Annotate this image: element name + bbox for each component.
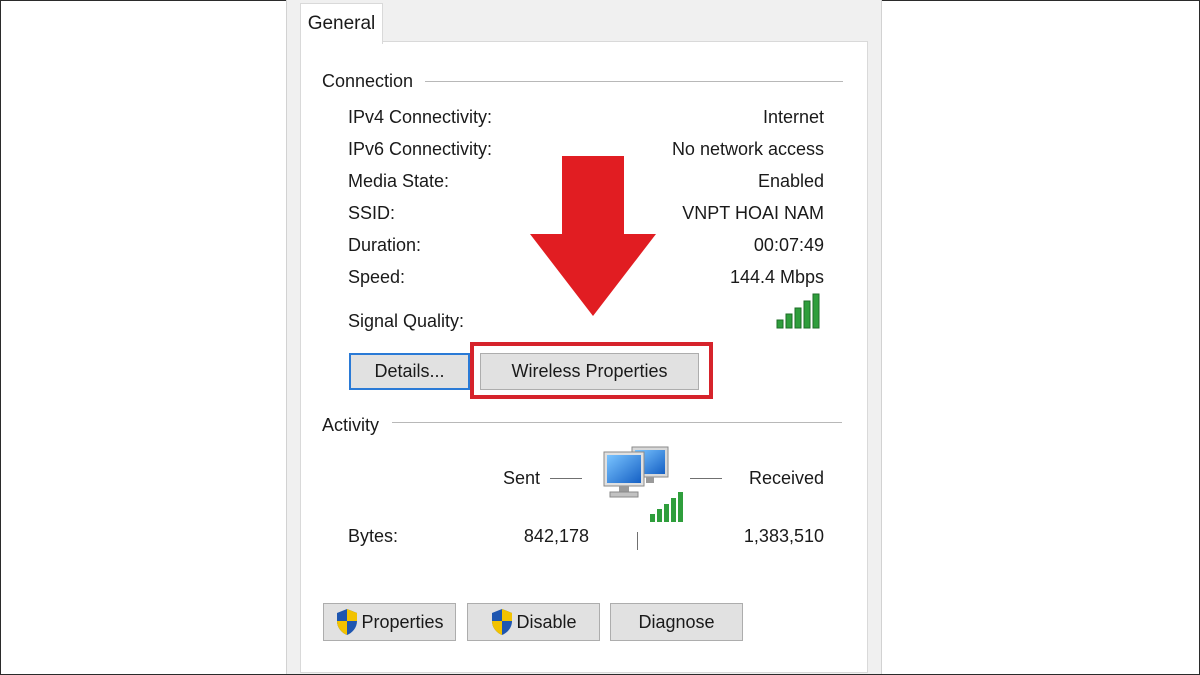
ipv4-label: IPv4 Connectivity: — [348, 107, 493, 127]
activity-title: Activity — [322, 415, 386, 436]
uac-shield-icon — [337, 609, 358, 635]
disable-button[interactable]: Disable — [467, 603, 600, 641]
red-arrow-icon — [530, 156, 656, 316]
ssid-label: SSID: — [348, 203, 396, 223]
signal-quality-label: Signal Quality: — [348, 311, 465, 331]
diagnose-button[interactable]: Diagnose — [610, 603, 743, 641]
duration-label: Duration: — [348, 235, 422, 255]
sent-line — [550, 478, 582, 479]
duration-value: 00:07:49 — [753, 235, 824, 255]
media-state-label: Media State: — [348, 171, 450, 191]
ipv4-value: Internet — [762, 107, 824, 127]
details-button[interactable]: Details... — [349, 353, 470, 390]
tab-general[interactable]: General — [300, 3, 383, 44]
signal-bars-icon — [776, 293, 820, 329]
ipv6-label: IPv6 Connectivity: — [348, 139, 493, 159]
ssid-value: VNPT HOAI NAM — [682, 203, 824, 223]
received-line — [690, 478, 722, 479]
connection-divider — [425, 81, 843, 82]
bytes-sent-value: 842,178 — [523, 526, 589, 546]
properties-button[interactable]: Properties — [323, 603, 456, 641]
connection-title: Connection — [322, 71, 420, 92]
activity-divider-tick — [637, 532, 638, 550]
activity-divider — [392, 422, 842, 423]
bytes-label: Bytes: — [348, 526, 399, 546]
bytes-received-value: 1,383,510 — [743, 526, 824, 546]
speed-value: 144.4 Mbps — [729, 267, 824, 287]
properties-button-label: Properties — [361, 611, 444, 632]
ipv6-value: No network access — [671, 139, 824, 159]
speed-label: Speed: — [348, 267, 406, 287]
uac-shield-icon — [492, 609, 513, 635]
network-computers-icon — [603, 446, 683, 522]
received-label: Received — [749, 468, 825, 488]
sent-label: Sent — [503, 468, 541, 488]
disable-button-label: Disable — [516, 611, 577, 632]
media-state-value: Enabled — [757, 171, 824, 191]
highlight-box — [470, 342, 713, 399]
